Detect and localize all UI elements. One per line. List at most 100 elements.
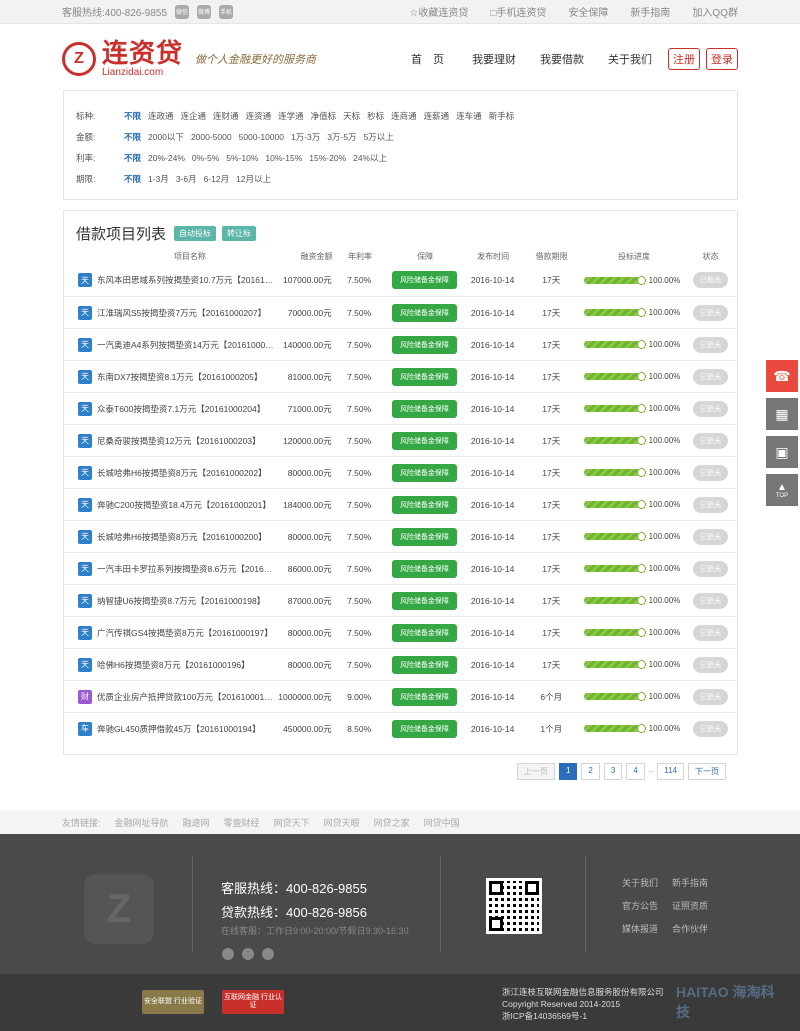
filter-option[interactable]: 2000以下 bbox=[148, 131, 184, 143]
project-name[interactable]: 长城哈弗H6按揭垫资8万元【20161000200】 bbox=[97, 531, 267, 543]
project-name[interactable]: 一汽奥迪A4系列按揭垫资14万元【20161000206】 bbox=[97, 339, 275, 351]
calculator-icon[interactable]: ▦ bbox=[766, 398, 798, 430]
filter-option[interactable]: 10%-15% bbox=[265, 153, 302, 163]
project-name[interactable]: 东风本田思域系列按揭垫资10.7万元【20161000208】 bbox=[97, 274, 275, 286]
filter-option[interactable]: 天标 bbox=[343, 110, 360, 122]
table-row[interactable]: 车奔驰GL450质押借款45万【20161000194】 450000.00元 8.… bbox=[64, 712, 737, 744]
filter-option[interactable]: 连车通 bbox=[456, 110, 482, 122]
project-name[interactable]: 众泰T600按揭垫资7.1万元【20161000204】 bbox=[97, 403, 265, 415]
friend-link[interactable]: 网贷天下 bbox=[274, 816, 310, 829]
project-name[interactable]: 哈佛H6按揭垫资8万元【20161000196】 bbox=[97, 659, 250, 671]
project-name-cell[interactable]: 天众泰T600按揭垫资7.1万元【20161000204】 bbox=[64, 401, 275, 416]
table-row[interactable]: 天奔驰C200按揭垫资18.4万元【20161000201】 184000.00元… bbox=[64, 488, 737, 520]
project-name[interactable]: 奔驰GL450质押借款45万【20161000194】 bbox=[97, 723, 260, 735]
filter-option[interactable]: 15%-20% bbox=[309, 153, 346, 163]
project-name-cell[interactable]: 天江淮瑞风S5按揭垫资7万元【20161000207】 bbox=[64, 305, 275, 320]
project-name[interactable]: 东南DX7按揭垫资8.1万元【20161000205】 bbox=[97, 371, 262, 383]
guarantee-button[interactable]: 风险储备金保障 bbox=[391, 623, 457, 642]
guarantee-button[interactable]: 风险储备金保障 bbox=[391, 271, 457, 289]
footer-media-link[interactable]: 媒体报道 bbox=[622, 922, 670, 935]
auto-bid-tag[interactable]: 自动投标 bbox=[174, 226, 217, 241]
project-name[interactable]: 奔驰C200按揭垫资18.4万元【20161000201】 bbox=[97, 499, 271, 511]
project-name-cell[interactable]: 天东南DX7按揭垫资8.1万元【20161000205】 bbox=[64, 369, 275, 384]
status-button[interactable]: 已抢光 bbox=[693, 336, 728, 353]
guarantee-button[interactable]: 风险储备金保障 bbox=[391, 335, 457, 354]
project-name[interactable]: 尼桑奇骏按揭垫资12万元【20161000203】 bbox=[97, 435, 260, 447]
footer-notice-link[interactable]: 官方公告 bbox=[622, 899, 670, 912]
project-name-cell[interactable]: 车奔驰GL450质押借款45万【20161000194】 bbox=[64, 721, 275, 736]
prev-page-button[interactable]: 上一页 bbox=[516, 763, 555, 780]
guarantee-button[interactable]: 风险储备金保障 bbox=[391, 367, 457, 386]
filter-option[interactable]: 0%-5% bbox=[192, 153, 219, 163]
project-name-cell[interactable]: 财优质企业房产抵押贷款100万元【20161000195】 bbox=[64, 689, 275, 704]
table-row[interactable]: 天纳智捷U6按揭垫资8.7万元【20161000198】 87000.00元 7.5… bbox=[64, 584, 737, 616]
guarantee-button[interactable]: 风险储备金保障 bbox=[391, 495, 457, 514]
page-4-button[interactable]: 4 bbox=[626, 763, 645, 780]
table-row[interactable]: 天一汽奥迪A4系列按揭垫资14万元【20161000206】 140000.00元… bbox=[64, 328, 737, 360]
project-name-cell[interactable]: 天长城哈弗H6按揭垫资8万元【20161000200】 bbox=[64, 529, 275, 544]
mobile-icon[interactable]: 手机 bbox=[219, 4, 234, 19]
wechat-icon[interactable] bbox=[222, 948, 234, 960]
project-name-cell[interactable]: 天尼桑奇骏按揭垫资12万元【20161000203】 bbox=[64, 433, 275, 448]
status-button[interactable]: 已抢光 bbox=[693, 432, 728, 449]
filter-option[interactable]: 不限 bbox=[124, 131, 141, 143]
guarantee-button[interactable]: 风险储备金保障 bbox=[391, 303, 457, 322]
project-name-cell[interactable]: 天奔驰C200按揭垫资18.4万元【20161000201】 bbox=[64, 497, 275, 512]
project-name-cell[interactable]: 天哈佛H6按揭垫资8万元【20161000196】 bbox=[64, 657, 275, 672]
filter-option[interactable]: 1万-3万 bbox=[291, 131, 320, 143]
status-button[interactable]: 已抢光 bbox=[693, 304, 728, 321]
filter-option[interactable]: 不限 bbox=[124, 152, 141, 164]
guarantee-button[interactable]: 风险储备金保障 bbox=[391, 591, 457, 610]
table-row[interactable]: 天哈佛H6按揭垫资8万元【20161000196】 80000.00元 7.50% 风… bbox=[64, 648, 737, 680]
filter-option[interactable]: 连商通 bbox=[391, 110, 417, 122]
project-name[interactable]: 广汽传祺GS4按揭垫资8万元【20161000197】 bbox=[97, 627, 273, 639]
transfer-tag[interactable]: 转让标 bbox=[222, 226, 257, 241]
guide-link[interactable]: 新手指南 bbox=[630, 4, 670, 19]
bookmark-link[interactable]: ☆收藏连资贷 bbox=[409, 4, 468, 19]
login-button[interactable]: 登录 bbox=[706, 48, 738, 70]
filter-option[interactable]: 5000-10000 bbox=[239, 132, 284, 142]
project-name[interactable]: 江淮瑞风S5按揭垫资7万元【20161000207】 bbox=[97, 307, 266, 319]
top-icon[interactable]: ▲ TOP bbox=[766, 474, 798, 506]
mobile-app-link[interactable]: □手机连资贷 bbox=[490, 4, 546, 19]
footer-license-link[interactable]: 证照资质 bbox=[672, 899, 720, 912]
qq-group-link[interactable]: 加入QQ群 bbox=[692, 4, 738, 19]
filter-option[interactable]: 6-12月 bbox=[204, 173, 230, 185]
project-name-cell[interactable]: 天纳智捷U6按揭垫资8.7万元【20161000198】 bbox=[64, 593, 275, 608]
page-2-button[interactable]: 2 bbox=[581, 763, 600, 780]
weibo-icon[interactable]: 微博 bbox=[197, 4, 212, 19]
guarantee-button[interactable]: 风险储备金保障 bbox=[391, 463, 457, 482]
filter-option[interactable]: 连企通 bbox=[181, 110, 207, 122]
filter-option[interactable]: 24%以上 bbox=[353, 152, 387, 164]
project-name-cell[interactable]: 天一汽奥迪A4系列按揭垫资14万元【20161000206】 bbox=[64, 337, 275, 352]
nav-borrow[interactable]: 我要借款 bbox=[530, 51, 594, 67]
phone-icon[interactable]: ☎ bbox=[766, 360, 798, 392]
project-name[interactable]: 长城哈弗H6按揭垫资8万元【20161000202】 bbox=[97, 467, 267, 479]
friend-link[interactable]: 零壹财经 bbox=[224, 816, 260, 829]
nav-invest[interactable]: 我要理财 bbox=[462, 51, 526, 67]
friend-link[interactable]: 网贷中国 bbox=[424, 816, 460, 829]
qrcode-icon[interactable]: ▣ bbox=[766, 436, 798, 468]
register-button[interactable]: 注册 bbox=[668, 48, 700, 70]
table-row[interactable]: 天江淮瑞风S5按揭垫资7万元【20161000207】 70000.00元 7.50… bbox=[64, 296, 737, 328]
filter-option[interactable]: 秒标 bbox=[367, 110, 384, 122]
status-button[interactable]: 已抢光 bbox=[693, 656, 728, 673]
guarantee-button[interactable]: 风险储备金保障 bbox=[391, 399, 457, 418]
finance-cert-badge[interactable]: 互联网金融 行业认证 bbox=[222, 990, 284, 1014]
table-row[interactable]: 天尼桑奇骏按揭垫资12万元【20161000203】 120000.00元 7.50… bbox=[64, 424, 737, 456]
status-button[interactable]: 已抢光 bbox=[693, 528, 728, 545]
status-button[interactable]: 已抢光 bbox=[693, 368, 728, 385]
filter-option[interactable]: 2000-5000 bbox=[191, 132, 232, 142]
status-button[interactable]: 已抢光 bbox=[693, 624, 728, 641]
security-cert-badge[interactable]: 安全联盟 行业验证 bbox=[142, 990, 204, 1014]
filter-option[interactable]: 不限 bbox=[124, 110, 141, 122]
friend-link[interactable]: 融途网 bbox=[183, 816, 210, 829]
page-last-button[interactable]: 114 bbox=[657, 763, 684, 780]
friend-link[interactable]: 网贷天眼 bbox=[324, 816, 360, 829]
filter-option[interactable]: 3-6月 bbox=[176, 173, 197, 185]
filter-option[interactable]: 连资通 bbox=[246, 110, 272, 122]
guarantee-button[interactable]: 风险储备金保障 bbox=[391, 687, 457, 706]
guarantee-button[interactable]: 风险储备金保障 bbox=[391, 719, 457, 738]
status-button[interactable]: 已抢光 bbox=[693, 720, 728, 737]
filter-option[interactable]: 5%-10% bbox=[226, 153, 258, 163]
